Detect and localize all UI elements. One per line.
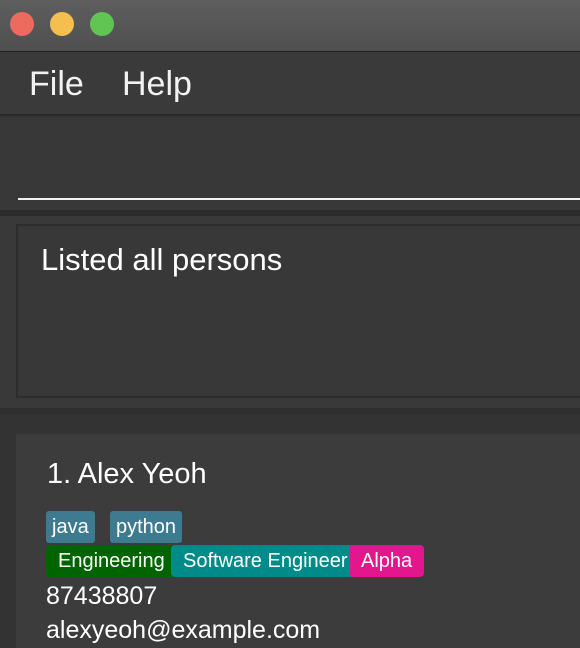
close-window-button[interactable]: [10, 12, 34, 36]
person-email: alexyeoh@example.com: [46, 616, 321, 644]
command-box-area: [0, 118, 580, 210]
group-tag-software-engineer: Software Engineer: [171, 545, 360, 577]
menu-bar: File Help: [0, 52, 580, 116]
person-phone: 87438807: [46, 582, 158, 610]
command-input[interactable]: [18, 118, 580, 200]
app-window: File Help Listed all persons 1. Alex Yeo…: [0, 0, 580, 648]
result-display-area: Listed all persons: [0, 216, 580, 408]
person-list-panel[interactable]: 1. Alex Yeoh java python Engineering Sof…: [0, 414, 580, 648]
menu-file[interactable]: File: [29, 64, 84, 104]
maximize-window-button[interactable]: [90, 12, 114, 36]
menu-help[interactable]: Help: [122, 64, 192, 104]
person-name: 1. Alex Yeoh: [47, 458, 207, 490]
tag-java: java: [46, 511, 95, 543]
group-tag-alpha: Alpha: [349, 545, 425, 577]
group-tag-engineering: Engineering: [46, 545, 177, 577]
result-message: Listed all persons: [41, 242, 283, 277]
result-display-box[interactable]: Listed all persons: [16, 224, 580, 398]
person-card[interactable]: 1. Alex Yeoh java python Engineering Sof…: [16, 434, 580, 648]
title-bar: [0, 0, 580, 52]
tag-python: python: [110, 511, 183, 543]
minimize-window-button[interactable]: [50, 12, 74, 36]
